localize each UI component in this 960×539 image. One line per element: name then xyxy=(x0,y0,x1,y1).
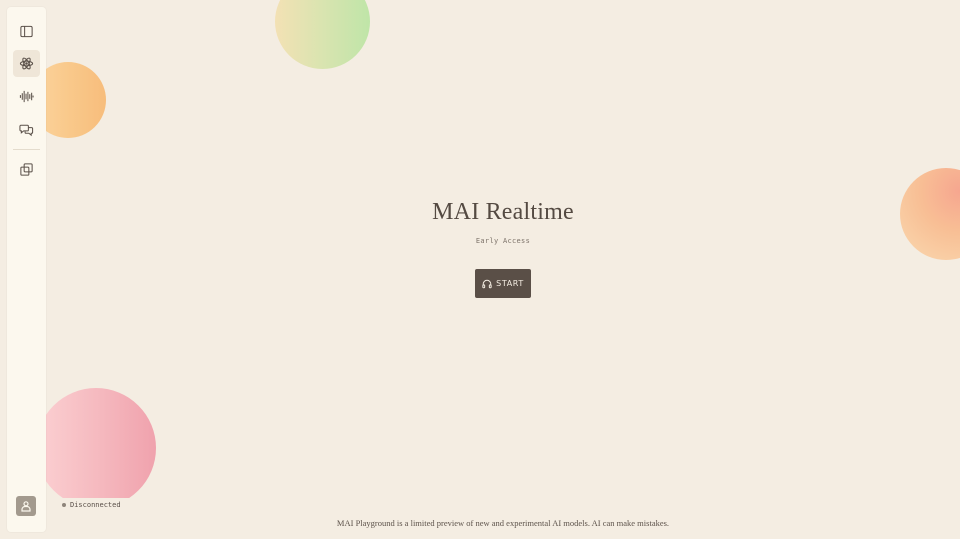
chat-bubbles-icon xyxy=(19,124,34,137)
decorative-orange-circle xyxy=(46,62,106,138)
sidebar-divider xyxy=(13,149,40,150)
status-dot-icon xyxy=(62,503,66,507)
sidebar-item-voice[interactable] xyxy=(13,83,40,110)
headphones-icon xyxy=(482,279,492,288)
start-button-label: START xyxy=(496,279,524,288)
page-title: MAI Realtime xyxy=(432,199,574,225)
sidebar-toggle-button[interactable] xyxy=(13,18,40,45)
sidebar-item-models[interactable] xyxy=(13,50,40,77)
connection-status: Disconnected xyxy=(62,501,121,509)
status-label: Disconnected xyxy=(70,501,121,509)
waveform-icon xyxy=(19,90,34,103)
app-root: MAI Realtime Early Access START Disconne… xyxy=(0,0,960,539)
avatar[interactable] xyxy=(16,496,36,516)
decorative-blob-area xyxy=(46,0,960,498)
sidebar-item-copy[interactable] xyxy=(13,156,40,183)
page-subtitle: Early Access xyxy=(475,237,531,245)
sidebar-item-chat[interactable] xyxy=(13,116,40,143)
atom-icon xyxy=(19,57,34,70)
start-button[interactable]: START xyxy=(475,269,531,298)
sidebar-toggle-icon xyxy=(20,25,33,38)
user-icon xyxy=(21,501,31,512)
copy-icon xyxy=(20,163,33,176)
footer-disclaimer: MAI Playground is a limited preview of n… xyxy=(336,518,670,528)
decorative-pink-circle xyxy=(46,388,156,498)
sidebar xyxy=(7,7,46,532)
